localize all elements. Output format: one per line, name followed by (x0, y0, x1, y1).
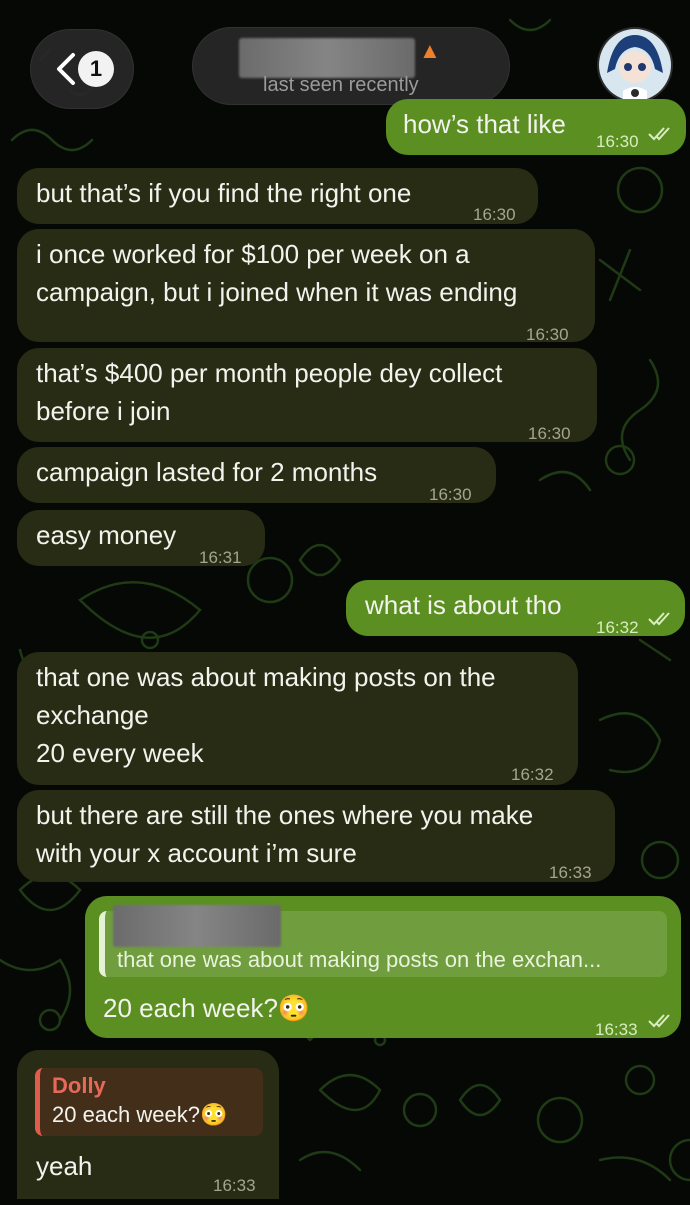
message-time: 16:33 (549, 863, 592, 882)
message-text: 20 each week?😳 (103, 993, 311, 1023)
message-time: 16:32 (596, 618, 639, 637)
reply-author-name: Dolly (52, 1073, 106, 1098)
contact-name-redacted (239, 38, 415, 78)
reply-author-redacted (113, 905, 281, 947)
contact-avatar[interactable] (597, 27, 673, 103)
reply-quote-text: 20 each week?😳 (52, 1102, 228, 1127)
double-check-icon (648, 612, 670, 626)
message-time: 16:32 (511, 765, 554, 784)
double-check-icon (648, 1014, 670, 1028)
message-text: how’s that like (403, 109, 566, 139)
message-outgoing-reply[interactable]: that one was about making posts on the e… (85, 896, 681, 1039)
message-incoming[interactable]: that’s $400 per month people dey collect… (17, 348, 597, 443)
cat-emoji-icon: ▲ (419, 38, 441, 63)
message-text: i once worked for $100 per week on a cam… (36, 239, 518, 307)
chat-title-pill[interactable]: ▲ last seen recently (192, 27, 510, 105)
message-text: that one was about making posts on the e… (36, 662, 496, 768)
message-text: but there are still the ones where you m… (36, 800, 534, 868)
chevron-left-icon (57, 53, 75, 85)
message-incoming[interactable]: but there are still the ones where you m… (17, 790, 615, 882)
message-text: that’s $400 per month people dey collect… (36, 358, 503, 426)
double-check-icon (648, 127, 670, 141)
reply-quote[interactable]: Dolly 20 each week?😳 (35, 1068, 263, 1136)
reply-quote-text: that one was about making posts on the e… (117, 947, 602, 972)
message-outgoing[interactable]: what is about tho 16:32 (346, 580, 685, 637)
message-time: 16:33 (213, 1176, 256, 1195)
message-outgoing[interactable]: how’s that like 16:30 (386, 99, 686, 155)
unread-count-badge: 1 (78, 51, 114, 87)
message-incoming[interactable]: easy money 16:31 (17, 510, 265, 567)
message-time: 16:31 (199, 548, 242, 567)
message-incoming[interactable]: that one was about making posts on the e… (17, 652, 578, 785)
message-time: 16:33 (595, 1020, 638, 1039)
message-text: but that’s if you find the right one (36, 178, 412, 208)
reply-quote[interactable]: that one was about making posts on the e… (99, 905, 667, 977)
message-incoming[interactable]: but that’s if you find the right one 16:… (17, 168, 538, 224)
last-seen-status: last seen recently (263, 74, 419, 96)
message-time: 16:30 (429, 485, 472, 504)
message-text: yeah (36, 1151, 93, 1181)
message-text: campaign lasted for 2 months (36, 457, 378, 487)
message-time: 16:30 (528, 424, 571, 443)
message-incoming-reply[interactable]: Dolly 20 each week?😳 yeah 16:33 (17, 1050, 279, 1199)
message-time: 16:30 (596, 132, 639, 151)
message-incoming[interactable]: campaign lasted for 2 months 16:30 (17, 447, 496, 504)
message-incoming[interactable]: i once worked for $100 per week on a cam… (17, 229, 595, 344)
avatar-anime-girl-icon (599, 29, 671, 103)
